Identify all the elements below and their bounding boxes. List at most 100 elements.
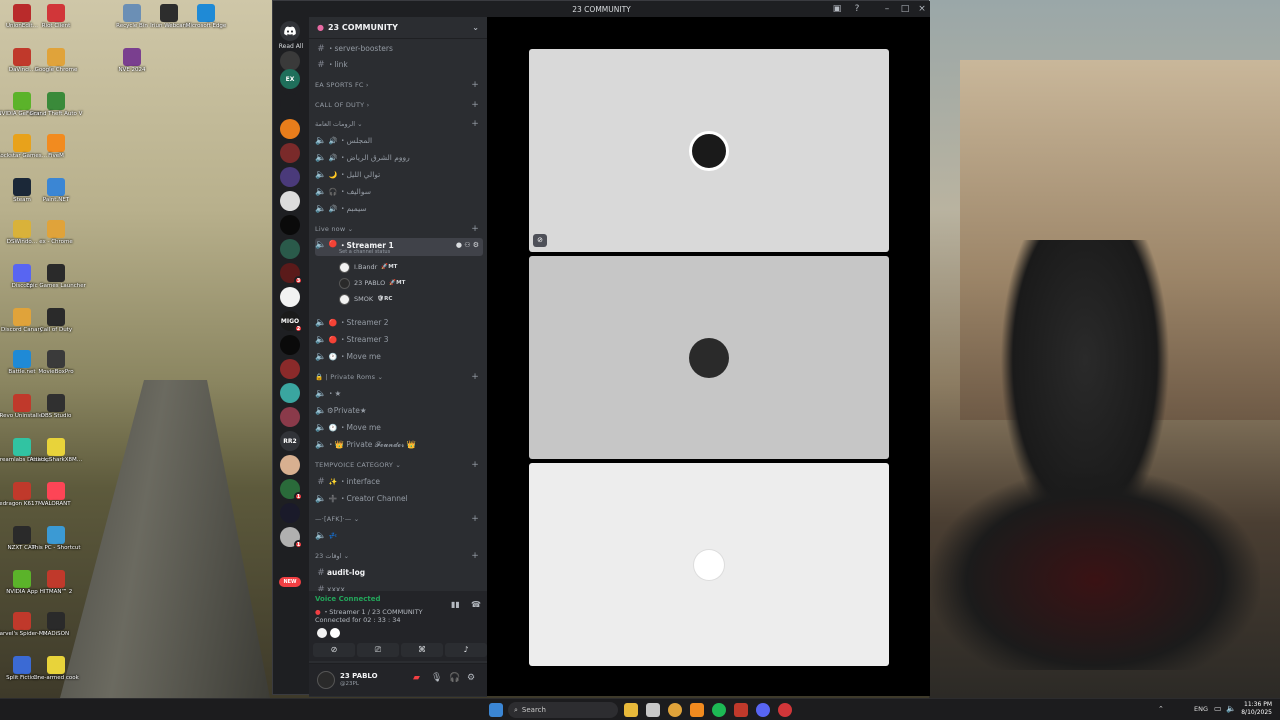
search-box[interactable]: ⌕ Search: [508, 702, 618, 718]
soundboard-button[interactable]: ♪: [445, 643, 487, 657]
voice-channel[interactable]: 🔈 ・👑 Private 𝓕𝓸𝓾𝓷𝓭𝓮𝓻 👑: [315, 437, 483, 452]
participant-tile[interactable]: [529, 463, 889, 666]
server-icon[interactable]: [280, 407, 300, 427]
server-icon[interactable]: [280, 239, 300, 259]
plus-icon[interactable]: +: [471, 551, 479, 561]
riot-icon[interactable]: [778, 703, 792, 717]
voice-channel[interactable]: 🔈 🌙 ・توالي الليل: [315, 167, 483, 182]
app-icon[interactable]: [690, 703, 704, 717]
desktop-shortcut[interactable]: Battle.net: [4, 350, 40, 376]
voice-user[interactable]: 23 PABLO 🚀MT: [339, 276, 479, 290]
server-icon[interactable]: EX: [280, 69, 300, 89]
desktop-shortcut[interactable]: Discord Canary: [1, 308, 43, 334]
server-icon[interactable]: [280, 143, 300, 163]
desktop-shortcut[interactable]: FiveM: [38, 134, 74, 160]
voice-channel-name[interactable]: ・Streamer 1 / 23 COMMUNITY: [323, 608, 423, 616]
voice-channel[interactable]: 🔈 🎧 ・سواليف: [315, 184, 483, 199]
close-button[interactable]: ×: [916, 3, 928, 15]
tray-chevron-icon[interactable]: ⌃: [1158, 705, 1164, 713]
clock[interactable]: 11:36 PM 8/10/2025: [1241, 701, 1272, 717]
gear-icon[interactable]: ⚙: [467, 673, 475, 683]
text-channel[interactable]: # ・server-boosters: [315, 41, 483, 56]
chrome-icon[interactable]: [668, 703, 682, 717]
app-icon[interactable]: [734, 703, 748, 717]
desktop-shortcut[interactable]: Riot Client: [38, 4, 74, 30]
voice-channel[interactable]: 🔈 🔴 ・Streamer 1 Set a channel status ● ⚇ ⚙: [315, 238, 483, 256]
server-icon[interactable]: [280, 191, 300, 211]
headphones-icon[interactable]: 🎧: [449, 673, 460, 683]
voice-channel[interactable]: 🔈 🕐 ・Move me: [315, 420, 483, 435]
microphone-icon[interactable]: 🎙: [431, 673, 442, 683]
plus-icon[interactable]: +: [471, 224, 479, 234]
server-icon[interactable]: [280, 119, 300, 139]
minimize-button[interactable]: –: [881, 3, 893, 15]
desktop-shortcut[interactable]: OBS Studio: [38, 394, 74, 420]
plus-icon[interactable]: +: [471, 372, 479, 382]
plus-icon[interactable]: +: [471, 460, 479, 470]
desktop-shortcut[interactable]: NVIDIA App: [4, 570, 40, 596]
spotify-icon[interactable]: [712, 703, 726, 717]
channel-category[interactable]: 23 اوقات ⌄ +: [315, 550, 483, 562]
desktop-shortcut[interactable]: UnionEdit…: [4, 4, 40, 30]
server-icon[interactable]: 1: [280, 527, 303, 549]
disconnect-icon[interactable]: ☎: [471, 600, 481, 609]
server-icon[interactable]: [280, 167, 300, 187]
desktop-shortcut[interactable]: Marvel's Spider-M…: [0, 612, 49, 638]
server-icon[interactable]: RR2: [280, 431, 300, 451]
voice-channel[interactable]: 🔈 ⚙Private★: [315, 403, 483, 418]
desktop-shortcut[interactable]: Revo Uninstaller: [0, 394, 44, 420]
plus-icon[interactable]: +: [471, 80, 479, 90]
language-indicator[interactable]: ENG: [1194, 705, 1208, 713]
channel-category[interactable]: EA SPORTS FC › +: [315, 79, 483, 91]
server-icon[interactable]: [280, 383, 300, 403]
server-icon[interactable]: [280, 455, 300, 475]
file-explorer-icon[interactable]: [624, 703, 638, 717]
server-icon[interactable]: [280, 287, 300, 307]
desktop-shortcut[interactable]: HITMAN™ 2: [38, 570, 74, 596]
voice-channel[interactable]: 🔈 ・★: [315, 386, 483, 401]
avatar[interactable]: [330, 628, 340, 638]
server-icon[interactable]: [280, 359, 300, 379]
desktop-shortcut[interactable]: NVE 2024: [114, 48, 150, 74]
channel-category[interactable]: Live now ⌄ +: [315, 223, 483, 235]
share-screen-button[interactable]: ⎚: [357, 643, 399, 657]
activity-button[interactable]: ⌘: [401, 643, 443, 657]
desktop-shortcut[interactable]: Recycle Bin: [114, 4, 150, 30]
text-channel[interactable]: # audit-log: [315, 565, 483, 580]
desktop-shortcut[interactable]: Google Chrome: [35, 48, 77, 74]
plus-icon[interactable]: +: [471, 514, 479, 524]
server-icon[interactable]: 1: [280, 479, 303, 501]
voice-channel[interactable]: 🔈 🔴 ・Streamer 2: [315, 315, 483, 330]
channel-category[interactable]: CALL OF DUTY › +: [315, 99, 483, 111]
voice-channel[interactable]: 🔈 🔴 ・Streamer 3: [315, 332, 483, 347]
volume-icon[interactable]: 🔈: [1226, 704, 1236, 713]
maximize-button[interactable]: □: [899, 3, 911, 15]
desktop-shortcut[interactable]: Paint.NET: [38, 178, 74, 204]
plus-icon[interactable]: +: [471, 100, 479, 110]
screen-share-icon[interactable]: ▣: [831, 3, 843, 15]
desktop-shortcut[interactable]: Rockstar Games…: [0, 134, 47, 160]
desktop-shortcut[interactable]: Attack SharkX8M…: [30, 438, 82, 464]
server-icon[interactable]: [280, 503, 300, 523]
avatar[interactable]: [317, 628, 327, 638]
voice-channel[interactable]: 🔈 🔊 ・سيمبم: [315, 201, 483, 216]
desktop-shortcut[interactable]: Grand Theft Auto V: [30, 92, 82, 118]
desktop-shortcut[interactable]: Epic Games Launcher: [26, 264, 86, 290]
mute-icon[interactable]: ⊘: [533, 234, 547, 247]
desktop-shortcut[interactable]: ex - Chrome: [38, 220, 74, 246]
voice-channel[interactable]: 🔈 ➕ ・Creator Channel: [315, 491, 483, 506]
server-header[interactable]: ● 23 COMMUNITY ⌄: [309, 17, 487, 39]
server-icon[interactable]: [280, 335, 300, 355]
plus-icon[interactable]: +: [471, 119, 479, 129]
voice-channel[interactable]: 🔈 🔊 ・رووم الشرق الرياض: [315, 150, 483, 165]
participant-tile[interactable]: [529, 256, 889, 459]
start-icon[interactable]: [489, 703, 503, 717]
desktop-shortcut[interactable]: Steam: [4, 178, 40, 204]
participant-tile[interactable]: ⊘: [529, 49, 889, 252]
server-icon[interactable]: [280, 215, 300, 235]
voice-channel[interactable]: 🔈 💤: [315, 528, 483, 543]
server-icon[interactable]: MIGO 2: [280, 311, 303, 333]
desktop-shortcut[interactable]: DSWindo…: [4, 220, 40, 246]
voice-user[interactable]: I.Bandr 🚀MT: [339, 260, 479, 274]
camera-off-button[interactable]: ⊘: [313, 643, 355, 657]
